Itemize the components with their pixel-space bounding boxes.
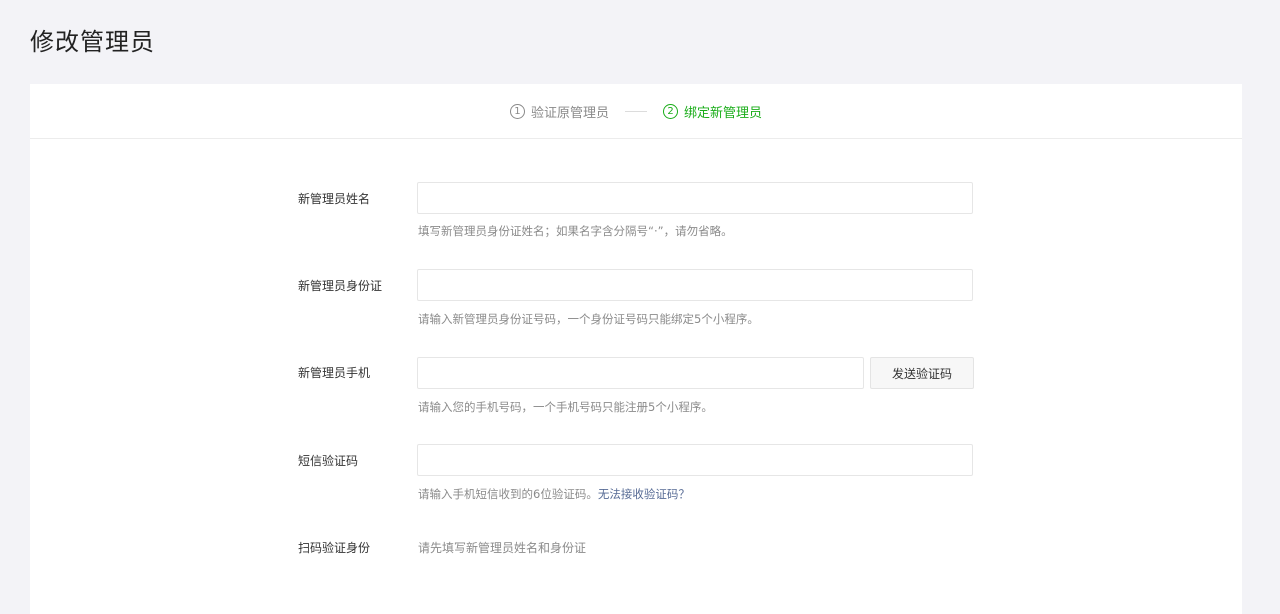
sms-code-label: 短信验证码 [298, 454, 359, 468]
page-title: 修改管理员 [30, 28, 155, 56]
scan-label: 扫码验证身份 [298, 541, 371, 555]
phone-input[interactable] [417, 357, 864, 389]
id-card-label: 新管理员身份证 [298, 279, 383, 293]
step-indicator: 1 验证原管理员 2 绑定新管理员 [30, 84, 1242, 139]
scan-text: 请先填写新管理员姓名和身份证 [418, 541, 587, 555]
step-number-2: 2 [663, 103, 678, 119]
phone-hint: 请输入您的手机号码，一个手机号码只能注册5个小程序。 [418, 400, 713, 414]
form-card: 1 验证原管理员 2 绑定新管理员 新管理员姓名 填写新管理员身份证姓名；如果名… [30, 84, 1242, 614]
send-code-button[interactable]: 发送验证码 [870, 357, 974, 389]
name-label: 新管理员姓名 [298, 192, 371, 206]
step-number-1: 1 [509, 103, 525, 119]
id-card-hint: 请输入新管理员身份证号码，一个身份证号码只能绑定5个小程序。 [418, 312, 759, 326]
step-label-1: 验证原管理员 [530, 105, 609, 121]
step-bind-new: 2 绑定新管理员 [663, 102, 762, 121]
sms-code-input[interactable] [417, 444, 973, 476]
step-divider [625, 110, 647, 112]
step-verify-original: 1 验证原管理员 [509, 102, 609, 121]
name-input[interactable] [417, 182, 973, 214]
sms-code-hint: 请输入手机短信收到的6位验证码。无法接收验证码？ [418, 486, 690, 502]
cannot-receive-code-link[interactable]: 无法接收验证码？ [598, 487, 690, 501]
name-hint: 填写新管理员身份证姓名；如果名字含分隔号“·”，请勿省略。 [418, 224, 733, 238]
sms-code-hint-text: 请输入手机短信收到的6位验证码。 [418, 487, 598, 501]
phone-label: 新管理员手机 [298, 366, 371, 380]
step-label-2: 绑定新管理员 [684, 105, 763, 121]
id-card-input[interactable] [417, 269, 973, 301]
